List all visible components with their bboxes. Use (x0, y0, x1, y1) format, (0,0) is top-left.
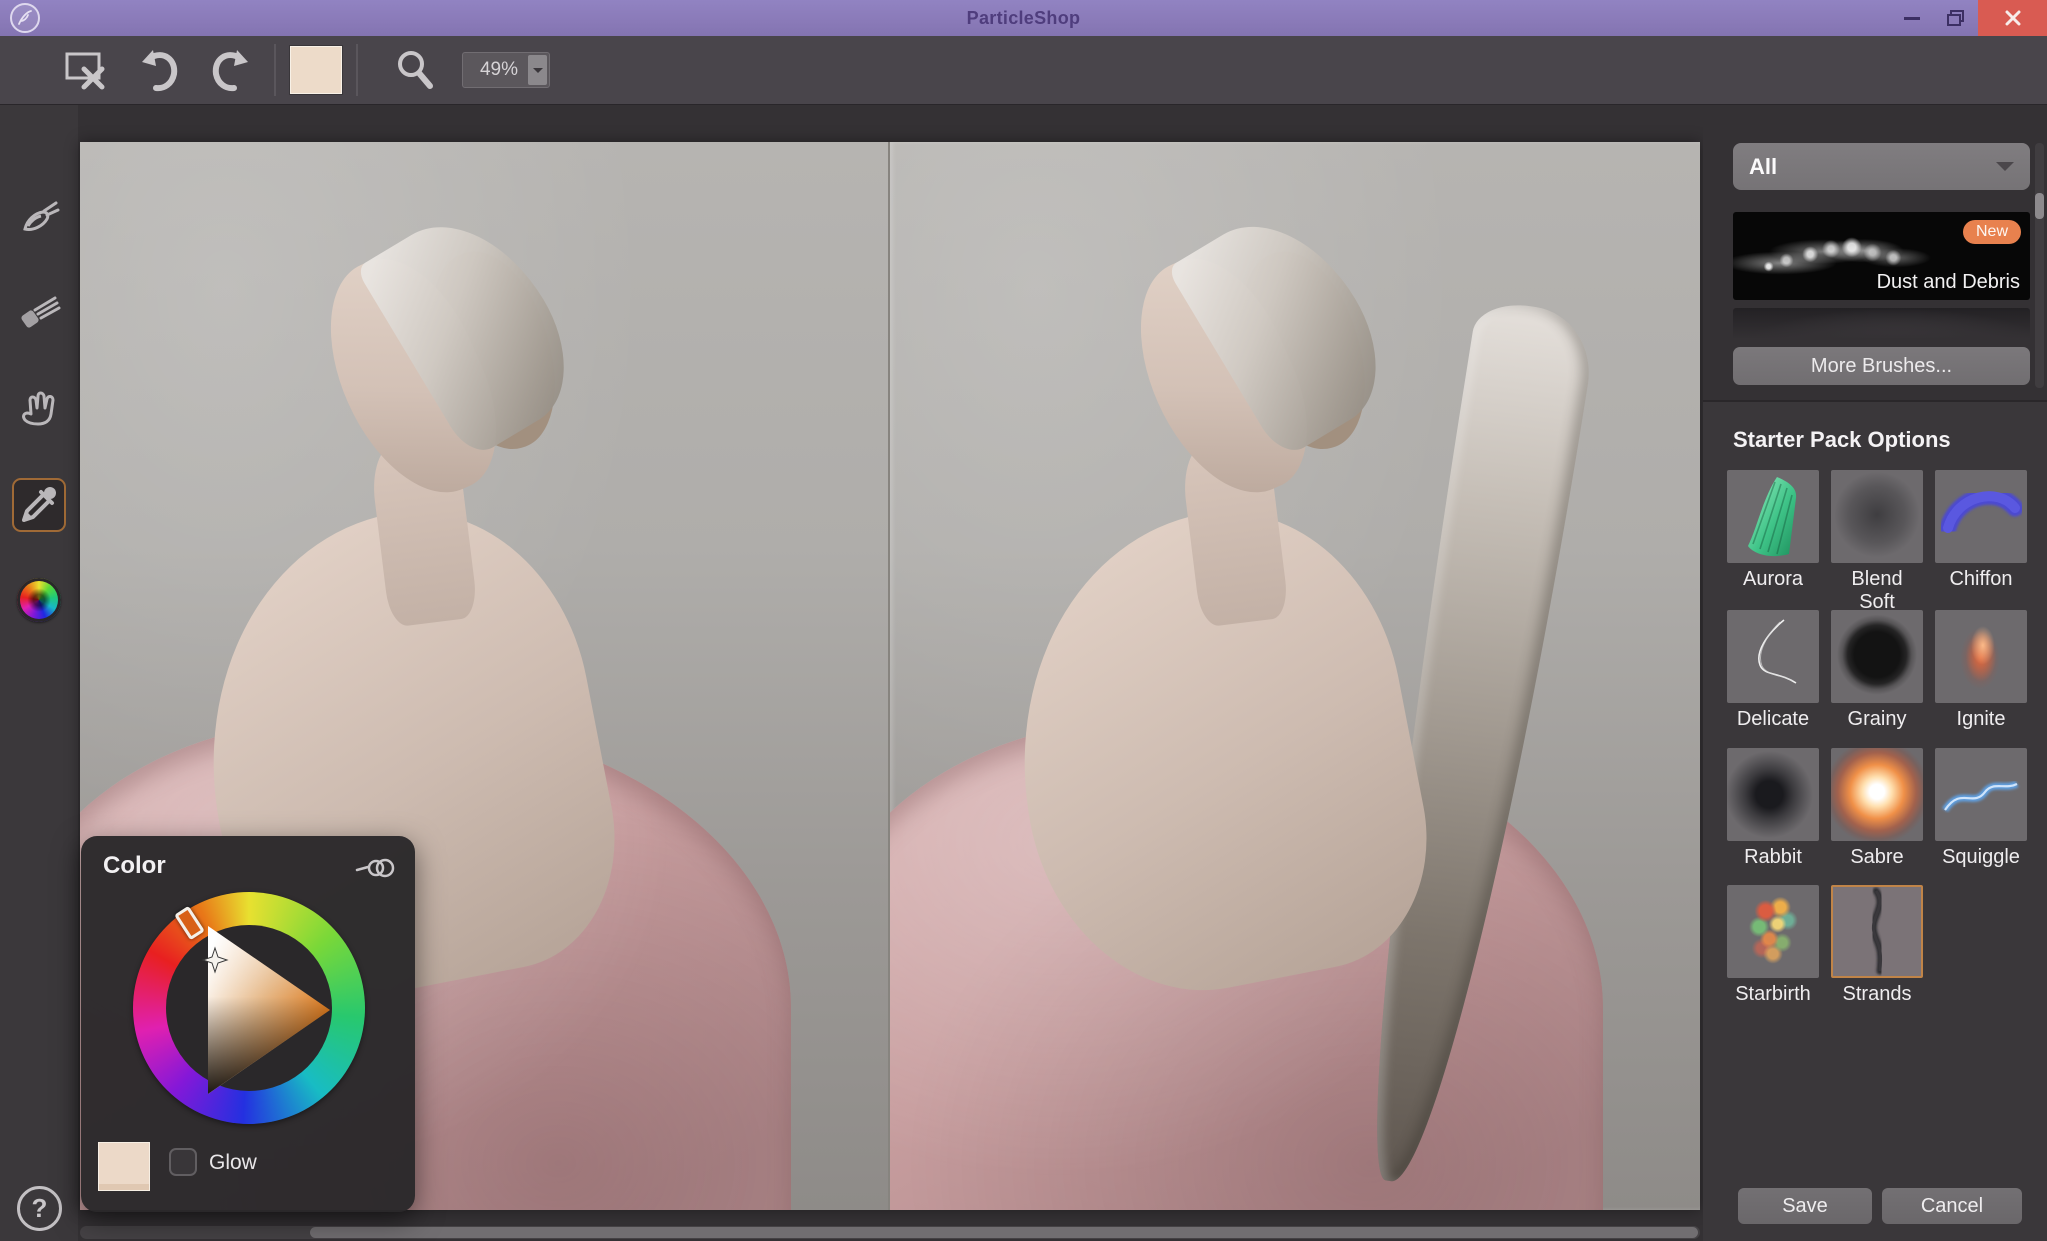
chevron-down-icon (1996, 162, 2014, 180)
brush-preview (1727, 885, 1819, 978)
current-color-swatch[interactable] (290, 46, 342, 94)
color-cursor[interactable] (201, 946, 229, 974)
brush-item-featured[interactable]: New Dust and Debris (1733, 212, 2030, 300)
brush-item-chiffon[interactable]: Chiffon (1935, 470, 2027, 591)
zoom-level-dropdown[interactable]: 49% (462, 52, 550, 88)
brush-panel: All New Dust and Debris More Brushes... … (1703, 105, 2047, 1241)
horizontal-scrollbar-thumb[interactable] (310, 1227, 1698, 1238)
brush-item-grainy[interactable]: Grainy (1831, 610, 1923, 731)
horizontal-scrollbar[interactable] (80, 1226, 1700, 1239)
eyedropper-tool-button[interactable] (12, 478, 66, 532)
brush-item-aurora[interactable]: Aurora (1727, 470, 1819, 591)
brush-filter-dropdown[interactable]: All (1733, 143, 2030, 190)
brush-item-strands[interactable]: Strands (1831, 885, 1923, 1006)
brush-preview (1831, 610, 1923, 703)
brush-label: Starbirth (1727, 983, 1819, 1006)
close-button[interactable] (1978, 0, 2047, 36)
clear-selection-icon (64, 49, 110, 91)
eraser-tool-button[interactable] (12, 285, 66, 339)
brush-preview (1831, 470, 1923, 563)
brush-item-squiggle[interactable]: Squiggle (1935, 748, 2027, 869)
brush-label: Chiffon (1935, 568, 2027, 591)
more-brushes-button[interactable]: More Brushes... (1733, 347, 2030, 385)
glow-checkbox[interactable] (169, 1148, 197, 1176)
redo-icon (208, 48, 254, 92)
undo-icon (136, 48, 182, 92)
eyedropper-icon (17, 483, 61, 527)
brush-filter-value: All (1749, 154, 1996, 180)
color-panel: Color Glow (81, 836, 415, 1212)
brush-preview (1935, 748, 2027, 841)
magnifier-icon (394, 49, 436, 91)
tool-rail: ? (0, 105, 78, 1241)
selected-color-swatch (98, 1142, 150, 1191)
brush-item-delicate[interactable]: Delicate (1727, 610, 1819, 731)
vertical-scrollbar-thumb[interactable] (2035, 193, 2044, 219)
brush-item-rabbit[interactable]: Rabbit (1727, 748, 1819, 869)
brush-label: Rabbit (1727, 846, 1819, 869)
brush-preview (1935, 610, 2027, 703)
zoom-dropdown-arrow[interactable] (528, 55, 547, 85)
color-panel-title: Color (103, 852, 166, 880)
starter-pack-heading: Starter Pack Options (1733, 427, 1951, 453)
brush-label: Squiggle (1935, 846, 2027, 869)
vertical-scrollbar[interactable] (2035, 143, 2044, 388)
brush-preview (1727, 748, 1819, 841)
eraser-icon (17, 290, 61, 334)
close-icon (2005, 10, 2021, 26)
brush-tool-button[interactable] (12, 191, 66, 245)
brush-item-blend-soft[interactable]: Blend Soft (1831, 470, 1923, 614)
minimize-button[interactable] (1890, 0, 1934, 36)
brush-preview (1727, 470, 1819, 563)
brush-library-section: All New Dust and Debris More Brushes... (1703, 105, 2047, 402)
brush-label: Strands (1831, 983, 1923, 1006)
brush-icon (17, 196, 61, 240)
brush-item-ignite[interactable]: Ignite (1935, 610, 2027, 731)
clear-selection-button[interactable] (58, 42, 116, 98)
new-badge: New (1963, 220, 2021, 244)
photo-after (890, 142, 1700, 1210)
window-titlebar: ParticleShop (0, 0, 2047, 36)
undo-button[interactable] (130, 42, 188, 98)
brush-label: Aurora (1727, 568, 1819, 591)
pan-tool-button[interactable] (12, 381, 66, 435)
brush-label: Sabre (1831, 846, 1923, 869)
toolbar-divider (274, 44, 276, 96)
brush-label: Ignite (1935, 708, 2027, 731)
brush-item-sabre[interactable]: Sabre (1831, 748, 1923, 869)
redo-button[interactable] (202, 42, 260, 98)
hand-icon (17, 386, 61, 430)
save-button[interactable]: Save (1738, 1188, 1872, 1224)
help-button[interactable]: ? (17, 1186, 62, 1231)
brush-preview (1831, 748, 1923, 841)
pin-icon[interactable] (355, 856, 395, 885)
brush-item-partial[interactable] (1733, 308, 2030, 338)
cancel-button[interactable]: Cancel (1882, 1188, 2022, 1224)
color-wheel-icon (17, 578, 61, 622)
brush-name: Dust and Debris (1877, 271, 2020, 294)
minimize-icon (1904, 16, 1920, 20)
help-label: ? (32, 1193, 48, 1224)
brush-preview (1831, 885, 1923, 978)
color-wheel-button[interactable] (12, 573, 66, 627)
restore-button[interactable] (1934, 0, 1978, 36)
brush-preview (1727, 610, 1819, 703)
window-title: ParticleShop (0, 0, 2047, 36)
main-toolbar: 49% (0, 36, 2047, 105)
brush-preview (1935, 470, 2027, 563)
brush-label: Delicate (1727, 708, 1819, 731)
brush-label: Grainy (1831, 708, 1923, 731)
zoom-tool-button[interactable] (386, 42, 444, 98)
brush-label: Blend Soft (1831, 568, 1923, 614)
brush-item-starbirth[interactable]: Starbirth (1727, 885, 1819, 1006)
toolbar-divider (356, 44, 358, 96)
restore-icon (1947, 10, 1965, 26)
glow-label: Glow (209, 1151, 257, 1175)
